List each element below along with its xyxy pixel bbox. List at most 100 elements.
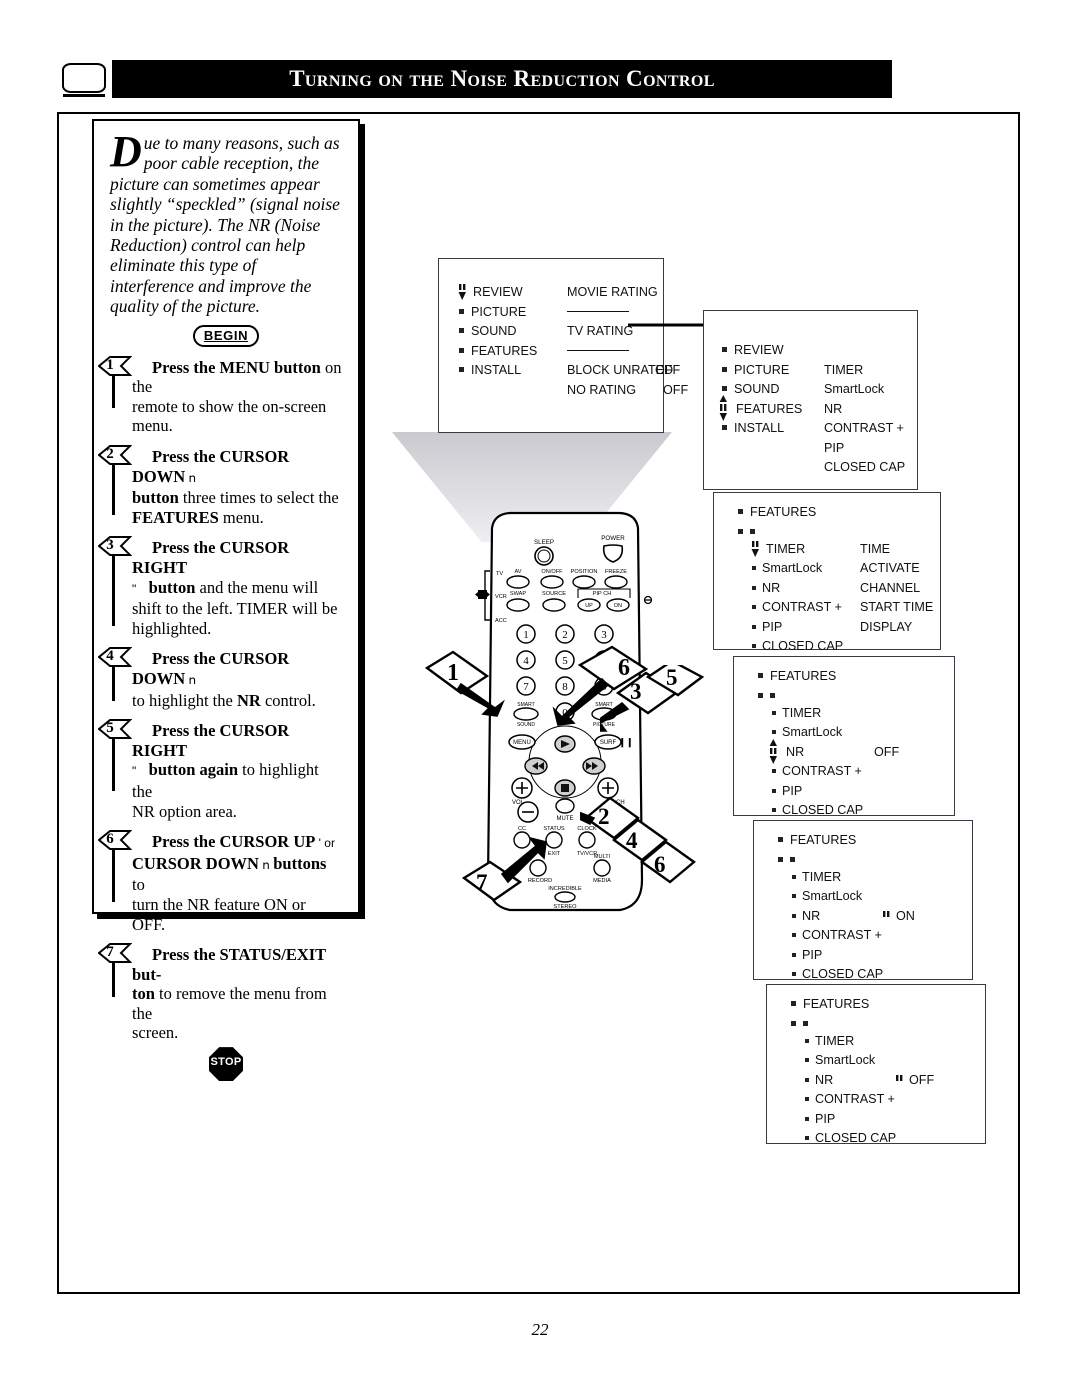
mute-button: [555, 798, 575, 814]
step-2-line-1: Press the CURSOR DOWN ո: [132, 447, 290, 486]
bullet-icon: [750, 528, 755, 534]
osd-label: FEATURES: [736, 401, 803, 416]
menu-timer-highlighted: FEATURES TIMER TIME SmartLock ACTIVATE N…: [713, 492, 945, 654]
step-number-3: 3: [106, 537, 114, 554]
step-1-line-2: remote to show the on-screen menu.: [132, 396, 327, 436]
callout-2-number: 2: [598, 804, 610, 829]
osd-row: FEATURES NR: [719, 394, 917, 422]
osd-value: CLOSED CAP: [824, 460, 906, 474]
cursor-indicator-icon: [768, 738, 779, 765]
osd-value-state: ON: [896, 908, 915, 923]
begin-badge: BEGIN: [192, 324, 260, 347]
remote-label-position: POSITION: [571, 569, 598, 575]
step-number-marker-1: 1: [98, 355, 132, 376]
osd-row: FEATURES: [758, 669, 954, 689]
osd-label: INSTALL: [734, 421, 785, 435]
osd-row: TIMER TIME: [738, 540, 940, 562]
menu-main-ratings: REVIEW MOVIE RATING PICTURE SOUND TV RAT…: [438, 258, 688, 437]
osd-divider: [567, 344, 629, 358]
osd-value-state: OFF: [874, 744, 900, 759]
remote-label-freeze: FREEZE: [605, 569, 627, 575]
osd-row: NR CHANNEL: [738, 581, 940, 601]
remote-label-menu: MENU: [513, 740, 531, 746]
osd-label: CLOSED CAP: [762, 639, 844, 653]
osd-row: TIMER: [778, 870, 972, 890]
osd-value-state: OFF: [909, 1072, 935, 1087]
bullet-icon: [758, 692, 763, 698]
step-6-line-2: CURSOR DOWN ո buttons to: [132, 853, 327, 895]
bullet-icon: [738, 528, 743, 534]
osd-row: FEATURES: [459, 344, 663, 364]
bullet-icon: [752, 566, 756, 570]
bullet-icon: [805, 1097, 809, 1101]
step-number-1: 1: [106, 356, 114, 373]
osd-value: SmartLock: [824, 382, 885, 396]
osd-value: CHANNEL: [860, 580, 921, 595]
step-2-line-2: button three times to select the: [132, 488, 339, 508]
callout-2-4-6-group: 2 4 6: [580, 796, 696, 884]
osd-row-spacer: [738, 525, 940, 542]
remote-label-pipch: PIP CH: [593, 591, 612, 597]
menu-nr-on: FEATURES TIMER SmartLock NR ON CONTRAST …: [753, 820, 977, 984]
step-number-marker-5: 5: [98, 719, 132, 740]
bullet-icon: [790, 856, 795, 862]
keypad-3: 3: [601, 629, 607, 641]
step-7-line-1: Press the STATUS/EXIT but-: [132, 945, 326, 984]
begin-badge-wrap: BEGIN: [110, 324, 342, 347]
step-5: 5 Press the CURSOR RIGHT " button again …: [98, 719, 342, 821]
step-6: 6 Press the CURSOR UP ' or CURSOR DOWN ո…: [98, 830, 342, 934]
intro-paragraph: Due to many reasons, such as poor cable …: [110, 130, 342, 317]
bullet-icon: [805, 1058, 809, 1062]
osd-value: TIMER: [824, 362, 864, 377]
callout-3-number: 3: [630, 679, 642, 704]
stop-sign-icon: STOP: [209, 1047, 243, 1082]
osd-label: CLOSED CAP: [815, 1131, 897, 1145]
step-6-line-3: turn the NR feature ON or OFF.: [132, 894, 306, 934]
pointing-hand-icon: [500, 836, 547, 884]
osd-row: CLOSED CAP: [722, 460, 917, 480]
bullet-icon: [772, 769, 776, 773]
step-5-line-2: " button again to highlight the: [132, 760, 319, 801]
bullet-icon: [792, 913, 796, 918]
osd-value: ACTIVATE: [860, 561, 920, 575]
osd-row: NR OFF: [791, 1073, 985, 1093]
osd-title: FEATURES: [803, 997, 870, 1011]
step-number-4: 4: [106, 648, 114, 665]
osd-label: TIMER: [782, 705, 822, 720]
osd-row: NR ON: [778, 909, 972, 929]
bullet-icon: [752, 585, 756, 590]
osd-row: INSTALL CONTRAST +: [722, 421, 917, 441]
bullet-icon: [792, 952, 796, 957]
menu-features-list: REVIEW PICTURE TIMER SOUND SmartLock FEA…: [703, 310, 922, 494]
cursor-indicator-icon: [750, 538, 761, 562]
onoff-button: [540, 575, 564, 589]
bullet-icon: [772, 808, 776, 812]
bullet-icon: [752, 605, 756, 609]
step-number-5: 5: [106, 720, 114, 737]
bullet-icon: [791, 1001, 796, 1006]
bullet-icon: [459, 347, 464, 353]
bullet-icon: [791, 1020, 796, 1026]
osd-label: SOUND: [734, 382, 780, 396]
tv-screen-outline: [62, 63, 106, 93]
remote-label-av: AV: [514, 569, 521, 575]
bullet-icon: [722, 386, 727, 391]
step-number-2: 2: [106, 446, 114, 463]
osd-label: CONTRAST +: [762, 600, 842, 614]
bullet-icon: [805, 1136, 809, 1140]
remote-label-tv: TV: [496, 571, 503, 577]
osd-label: SmartLock: [762, 561, 823, 575]
osd-label: NR: [815, 1072, 834, 1087]
menu-nr-off-selected: FEATURES TIMER SmartLock NR OFF CONTRAST…: [733, 656, 959, 820]
stop-badge-wrap: STOP: [110, 1047, 342, 1086]
osd-value: NR: [824, 401, 843, 416]
bullet-icon: [738, 509, 743, 514]
remote-label-power: POWER: [601, 535, 625, 542]
step-7-line-3: screen.: [132, 1023, 179, 1043]
osd-label: PICTURE: [471, 304, 527, 319]
osd-row: PIP: [778, 948, 972, 968]
cursor-indicator-icon: [457, 281, 468, 305]
step-3-line-4: highlighted.: [132, 618, 212, 638]
tv-screen-icon: [62, 63, 106, 99]
cursor-indicator-icon: [718, 394, 729, 422]
